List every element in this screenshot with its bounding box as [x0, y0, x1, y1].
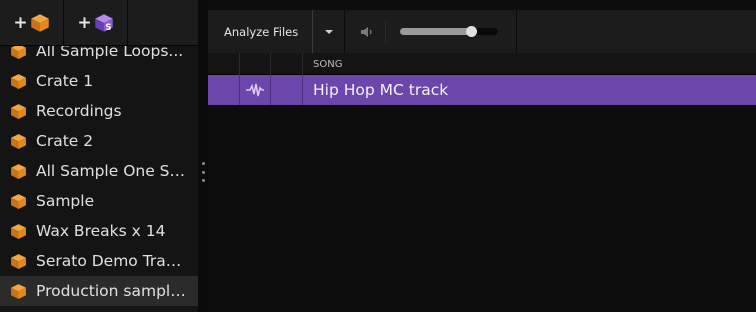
crate-item-recordings[interactable]: Recordings — [0, 96, 198, 126]
crate-label: Recordings — [36, 102, 122, 120]
crate-panel: All Sample Loops... Crate 1 Recordings C… — [0, 0, 198, 312]
analyze-files-button[interactable]: Analyze Files — [208, 10, 314, 53]
crate-label: Production samples — [36, 282, 186, 300]
crate-item-wax-breaks[interactable]: Wax Breaks x 14 — [0, 216, 198, 246]
volume-control — [345, 10, 518, 53]
crate-icon — [11, 133, 26, 149]
table-header: SONG — [208, 53, 756, 75]
crate-icon — [30, 14, 49, 32]
crate-item-crate-1[interactable]: Crate 1 — [0, 66, 198, 96]
volume-knob[interactable] — [465, 26, 477, 37]
smart-crate-icon: S — [94, 14, 113, 33]
crate-item-sample[interactable]: Sample — [0, 186, 198, 216]
song-cell: Hip Hop MC track — [313, 81, 449, 99]
analyze-dropdown-button[interactable] — [313, 10, 346, 53]
table-cell — [271, 75, 303, 105]
crate-label: Sample — [36, 192, 95, 210]
plus-icon: + — [13, 12, 28, 33]
column-header-waveform[interactable] — [240, 53, 271, 75]
crate-icon — [11, 223, 26, 239]
library-toolbar: Analyze Files — [208, 10, 756, 53]
crate-icon — [11, 73, 26, 89]
waveform-icon — [246, 83, 264, 97]
crate-list: All Sample Loops... Crate 1 Recordings C… — [0, 36, 198, 306]
smart-crate-badge: S — [105, 23, 111, 33]
chevron-down-icon — [324, 29, 333, 34]
add-crate-button[interactable]: + — [0, 0, 64, 46]
crate-item-serato-demo-tracks[interactable]: Serato Demo Tracks — [0, 246, 198, 276]
table-row[interactable]: Hip Hop MC track — [208, 75, 756, 105]
crate-icon — [11, 283, 26, 299]
panel-splitter[interactable] — [198, 0, 208, 312]
crate-icon — [11, 103, 26, 119]
column-header-song[interactable]: SONG — [303, 53, 756, 75]
crate-item-production-samples[interactable]: Production samples — [0, 276, 198, 306]
column-header-flag[interactable] — [271, 53, 303, 75]
crate-item-all-sample-one-shots[interactable]: All Sample One Sh... — [0, 156, 198, 186]
track-table: SONG Hip Hop MC track — [208, 53, 756, 105]
crate-item-crate-2[interactable]: Crate 2 — [0, 126, 198, 156]
crate-label: Crate 2 — [36, 132, 94, 150]
column-header-status[interactable] — [208, 53, 240, 75]
table-cell — [208, 75, 240, 105]
plus-icon: + — [77, 12, 92, 33]
crate-label: All Sample One Sh... — [36, 162, 186, 180]
drag-handle-icon — [201, 162, 205, 182]
crate-icon — [11, 193, 26, 209]
crate-label: Serato Demo Tracks — [36, 252, 186, 270]
crate-label: Crate 1 — [36, 72, 94, 90]
volume-slider[interactable] — [400, 26, 499, 37]
table-cell — [240, 75, 271, 105]
crate-icon — [11, 163, 26, 179]
add-smart-crate-button[interactable]: + S — [64, 0, 128, 46]
crate-label: Wax Breaks x 14 — [36, 222, 166, 240]
crate-icon — [11, 253, 26, 269]
separator — [385, 20, 387, 43]
volume-fill — [400, 28, 471, 35]
crate-toolbar: + + S — [0, 0, 198, 46]
library-panel: Analyze Files SONG Hip Hop MC track — [208, 0, 756, 312]
speaker-icon[interactable] — [359, 24, 375, 40]
